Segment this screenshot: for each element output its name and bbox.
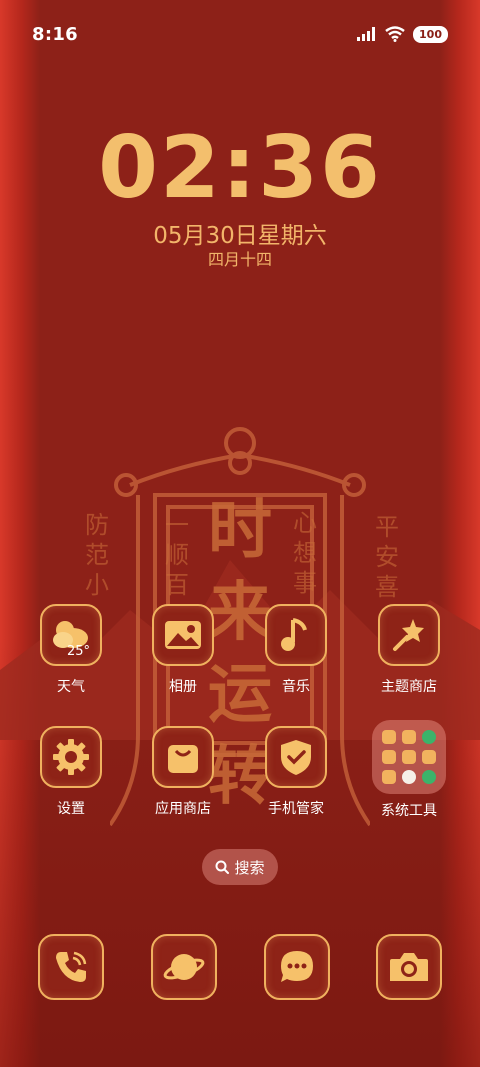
- app-label: 相册: [169, 679, 197, 695]
- search-label: 搜索: [234, 858, 265, 877]
- lunar-date-label: 四月十四: [207, 250, 272, 269]
- gallery-icon: [152, 604, 214, 666]
- folder-app-icon: [382, 750, 396, 764]
- folder-app-icon: [402, 770, 416, 784]
- folder-app-icon: [402, 750, 416, 764]
- status-time: 8:16: [32, 23, 78, 45]
- weather-icon: 25°: [40, 604, 102, 666]
- dock-phone-icon[interactable]: [38, 934, 104, 1000]
- dock-camera-icon[interactable]: [376, 934, 442, 1000]
- app-store-icon: [152, 726, 214, 788]
- dock-messages-icon[interactable]: [264, 934, 330, 1000]
- wallpaper-side-text-right: 平 安 喜: [375, 513, 399, 601]
- app-label: 手机管家: [268, 801, 324, 817]
- clock-widget[interactable]: 02:36: [0, 118, 480, 218]
- system-tools-folder: [372, 720, 446, 794]
- folder-app-icon: [422, 750, 436, 764]
- app-app-store[interactable]: 应用商店: [133, 726, 233, 818]
- app-theme-store[interactable]: 主题商店: [359, 604, 459, 696]
- dock-browser-icon[interactable]: [151, 934, 217, 1000]
- app-label: 应用商店: [155, 801, 211, 817]
- theme-store-icon: [378, 604, 440, 666]
- wifi-icon: [385, 26, 405, 42]
- wallpaper-side-text-mid-right: 心 想 事: [293, 509, 317, 597]
- app-label: 天气: [57, 679, 85, 695]
- app-gallery[interactable]: 相册: [133, 604, 233, 696]
- app-music[interactable]: 音乐: [246, 604, 346, 696]
- app-weather[interactable]: 25° 天气: [21, 604, 121, 696]
- folder-app-icon: [422, 770, 436, 784]
- app-settings[interactable]: 设置: [21, 726, 121, 818]
- status-icons: 100: [357, 25, 448, 43]
- folder-app-icon: [422, 730, 436, 744]
- search-button[interactable]: 搜索: [202, 849, 278, 885]
- signal-icon: [357, 27, 376, 41]
- settings-icon: [40, 726, 102, 788]
- app-label: 主题商店: [381, 679, 437, 695]
- folder-system-tools[interactable]: 系统工具: [359, 720, 459, 820]
- battery-indicator: 100: [413, 25, 448, 43]
- music-icon: [265, 604, 327, 666]
- folder-app-icon: [382, 730, 396, 744]
- search-icon: [215, 860, 230, 874]
- weather-temp: 25°: [66, 644, 90, 659]
- date-label: 05月30日星期六: [153, 223, 327, 249]
- folder-app-icon: [382, 770, 396, 784]
- folder-app-icon: [402, 730, 416, 744]
- app-label: 设置: [57, 801, 85, 817]
- app-label: 音乐: [282, 679, 310, 695]
- app-phone-manager[interactable]: 手机管家: [246, 726, 346, 818]
- phone-manager-icon: [265, 726, 327, 788]
- wallpaper-side-text-mid-left: 一 顺 百: [165, 511, 189, 599]
- wallpaper-side-text-left: 防 范 小: [85, 511, 109, 599]
- status-bar: 8:16 100: [0, 0, 480, 68]
- app-label: 系统工具: [381, 803, 437, 819]
